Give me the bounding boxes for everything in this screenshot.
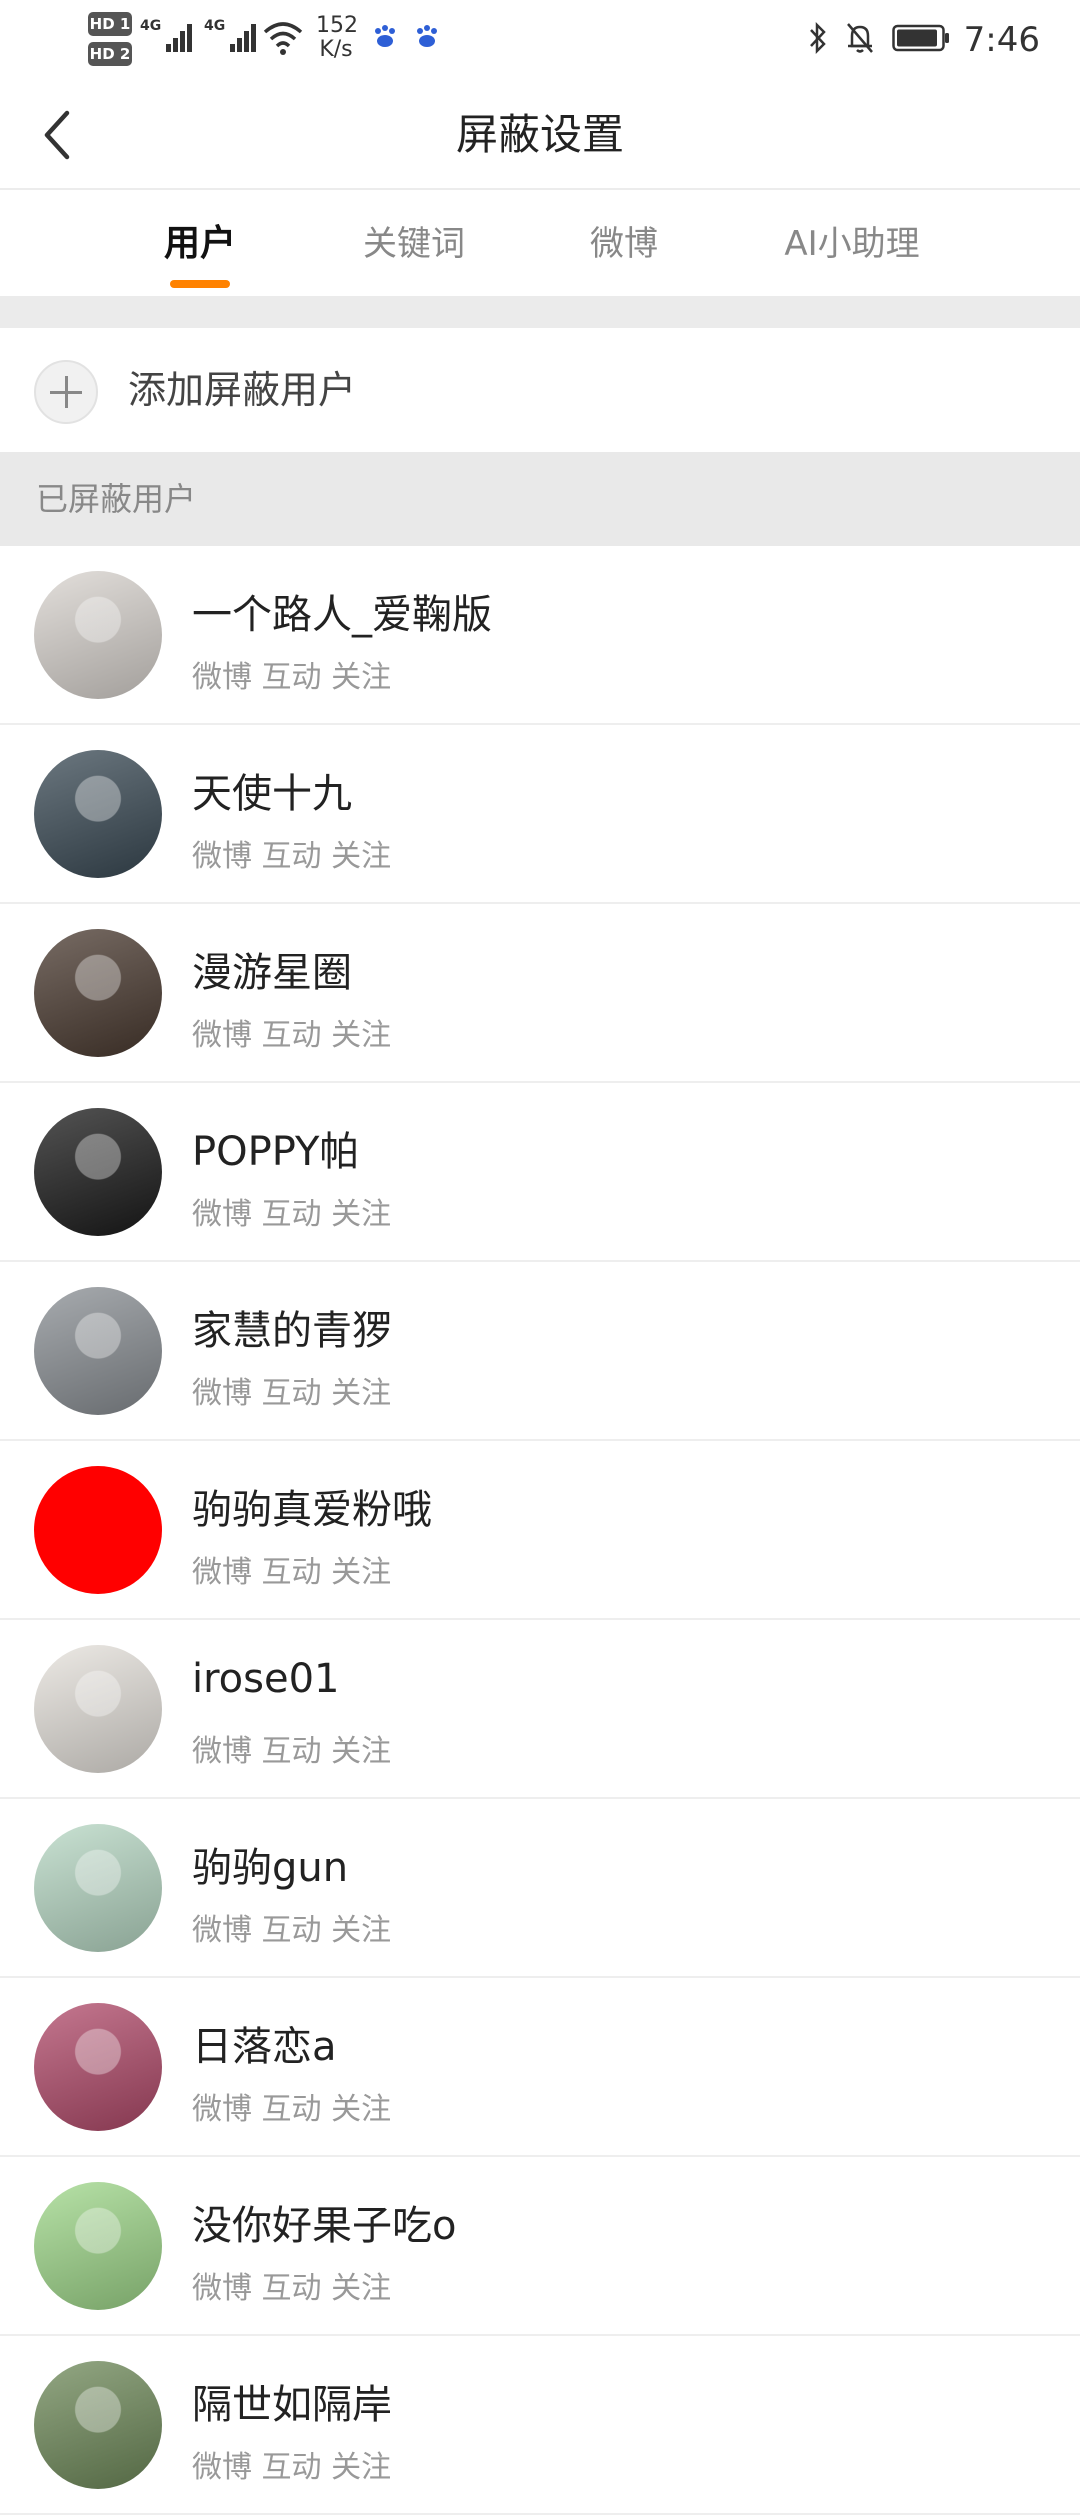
avatar[interactable] (34, 1466, 162, 1594)
avatar[interactable] (34, 2182, 162, 2310)
page-title: 屏蔽设置 (455, 110, 624, 159)
section-title: 已屏蔽用户 (36, 480, 197, 518)
blocked-user-row[interactable]: 一个路人_爱鞠版微博 互动 关注 (0, 546, 1080, 725)
status-right: 7:46 (806, 14, 1040, 66)
status-bar: HD 1 HD 2 4G 4G 152 K/s 7:46 (0, 0, 1080, 80)
network-speed: 152 K/s (316, 13, 358, 62)
blocked-user-row[interactable]: 没你好果子吃o 微博 互动 关注 (0, 2157, 1080, 2336)
block-scope-tags: 微博 互动 关注 (192, 1376, 392, 1411)
baidu-paw-icon (372, 24, 398, 57)
blocked-user-row[interactable]: 家慧的青猡微博 互动 关注 (0, 1262, 1080, 1441)
bluetooth-icon (806, 20, 830, 60)
signal-icon: 4G (140, 18, 200, 58)
avatar[interactable] (34, 2361, 162, 2489)
blocked-user-row[interactable]: 日落恋a 微博 互动 关注 (0, 1978, 1080, 2157)
speed-value: 152 (316, 13, 358, 38)
user-name: 漫游星圈 (192, 950, 352, 996)
speed-unit: K/s (319, 37, 353, 62)
blocked-user-row[interactable]: 漫游星圈微博 互动 关注 (0, 904, 1080, 1083)
add-blocked-user-label: 添加屏蔽用户 (128, 368, 357, 412)
chevron-left-icon (44, 110, 70, 160)
user-name: 隔世如隔岸 (192, 2382, 392, 2428)
block-scope-tags: 微博 互动 关注 (192, 1197, 392, 1232)
blocked-user-row[interactable]: 驹驹gun 微博 互动 关注 (0, 1799, 1080, 1978)
block-scope-tags: 微博 互动 关注 (192, 1913, 392, 1948)
block-scope-tags: 微博 互动 关注 (192, 1018, 392, 1053)
user-name: 家慧的青猡 (192, 1308, 392, 1354)
block-scope-tags: 微博 互动 关注 (192, 2271, 392, 2306)
blocked-user-row[interactable]: irose01 微博 互动 关注 (0, 1620, 1080, 1799)
plus-icon (34, 360, 98, 424)
block-scope-tags: 微博 互动 关注 (192, 839, 392, 874)
avatar[interactable] (34, 1645, 162, 1773)
page-header: 屏蔽设置 (0, 80, 1080, 190)
avatar[interactable] (34, 750, 162, 878)
block-scope-tags: 微博 互动 关注 (192, 1555, 392, 1590)
tab-bar: 用户 关键词 微博 AI小助理 (0, 192, 1080, 296)
blocked-user-list: 一个路人_爱鞠版 微博 互动 关注 天使十九 微博 互动 关注 漫游星圈 微博 互动 关注… (0, 546, 1080, 2515)
tab-weibo[interactable]: 微博 (574, 192, 674, 296)
block-scope-tags: 微博 互动 关注 (192, 2092, 392, 2127)
block-scope-tags: 微博 互动 关注 (192, 1734, 392, 1769)
wifi-icon (262, 20, 304, 60)
avatar[interactable] (34, 1108, 162, 1236)
section-divider (0, 296, 1080, 328)
block-scope-tags: 微博 互动 关注 (192, 660, 392, 695)
user-name: 天使十九 (192, 771, 352, 817)
blocked-user-row[interactable]: POPPY帕微博 互动 关注 (0, 1083, 1080, 1262)
user-name: 驹驹gun (192, 1845, 349, 1891)
user-name: 日落恋a (192, 2024, 337, 2070)
avatar[interactable] (34, 929, 162, 1057)
blocked-user-row[interactable]: 隔世如隔岸微博 互动 关注 (0, 2336, 1080, 2515)
avatar[interactable] (34, 1824, 162, 1952)
user-name: POPPY帕 (192, 1129, 360, 1175)
mute-icon (844, 20, 876, 60)
clock-time: 7:46 (963, 20, 1040, 60)
blocked-user-row[interactable]: 天使十九微博 互动 关注 (0, 725, 1080, 904)
blocked-user-row[interactable]: 驹驹真爱粉哦微博 互动 关注 (0, 1441, 1080, 1620)
user-name: 驹驹真爱粉哦 (192, 1487, 432, 1533)
back-button[interactable] (24, 102, 90, 168)
hd-icon: HD 1 HD 2 (88, 12, 138, 70)
avatar[interactable] (34, 1287, 162, 1415)
baidu-paw-icon (414, 24, 440, 57)
block-scope-tags: 微博 互动 关注 (192, 2450, 392, 2485)
signal-icon: 4G (204, 18, 264, 58)
avatar[interactable] (34, 571, 162, 699)
battery-icon (891, 23, 950, 57)
user-name: 一个路人_爱鞠版 (192, 592, 492, 638)
active-tab-indicator (170, 280, 230, 288)
blocked-users-section-header: 已屏蔽用户 (0, 452, 1080, 546)
tab-ai-assistant[interactable]: AI小助理 (762, 192, 942, 296)
tab-keywords[interactable]: 关键词 (344, 192, 484, 296)
hd1-label: HD 1 (88, 12, 132, 36)
hd2-label: HD 2 (88, 42, 132, 66)
user-name: 没你好果子吃o (192, 2203, 457, 2249)
avatar[interactable] (34, 2003, 162, 2131)
add-blocked-user-button[interactable]: 添加屏蔽用户 (0, 328, 1080, 452)
user-name: irose01 (192, 1656, 340, 1702)
